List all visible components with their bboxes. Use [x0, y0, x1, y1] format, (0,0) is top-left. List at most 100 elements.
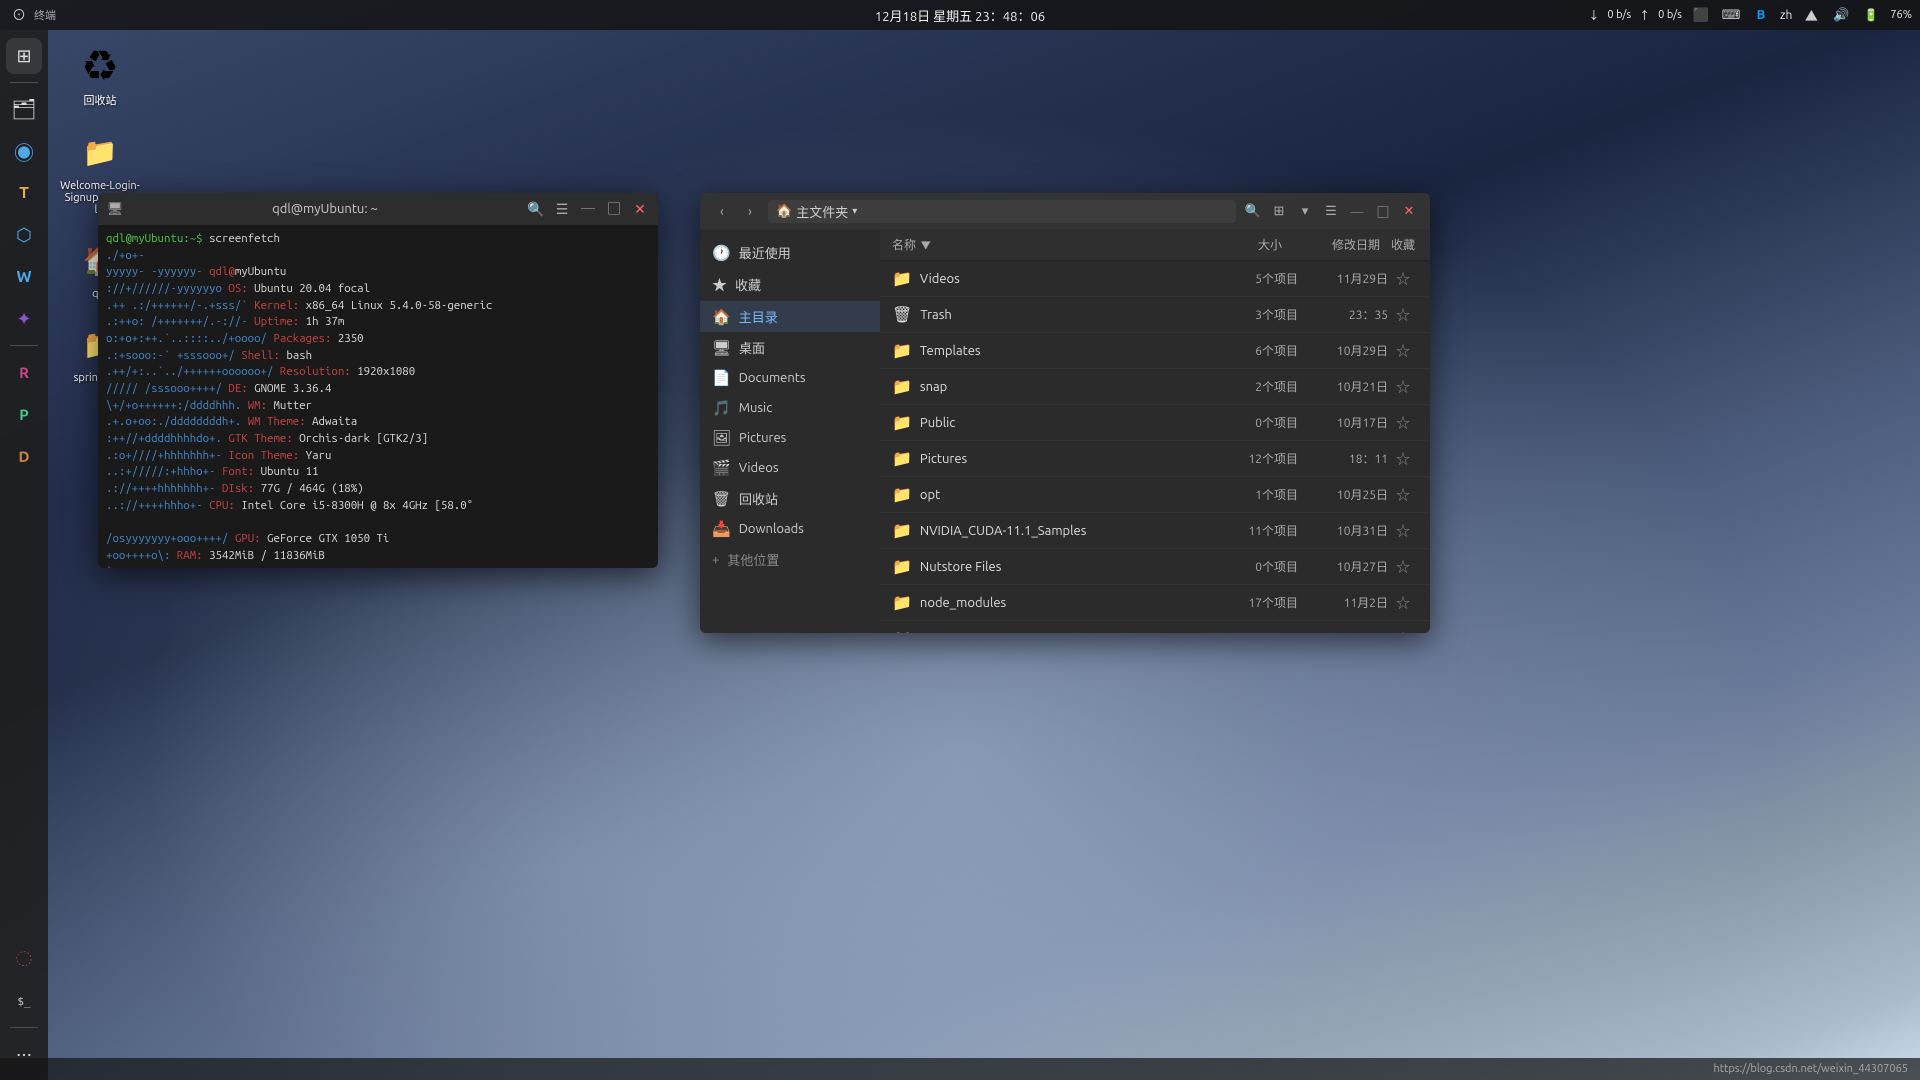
screenshot-icon[interactable]: ⬛	[1690, 4, 1712, 26]
table-row[interactable]: 📁 Nutstore Files 0个项目 10月27日 ☆	[880, 549, 1430, 585]
dock-files-icon[interactable]: 🗂	[6, 91, 42, 127]
fm-close-btn[interactable]: ✕	[1398, 200, 1420, 222]
sidebar-item-other[interactable]: + 其他位置	[700, 544, 880, 575]
fm-file-list: 📁 Videos 5个项目 11月29日 ☆ 🗑 Trash 3个项目 23：3…	[880, 261, 1430, 633]
sidebar-item-music[interactable]: 🎵 Music	[700, 393, 880, 423]
sidebar-item-favorites[interactable]: ★ 收藏	[700, 268, 880, 301]
sidebar-item-downloads[interactable]: 📥 Downloads	[700, 514, 880, 544]
file-name-cell: 📁 Nutstore Files	[892, 557, 1218, 576]
file-name-cell: 📁 Pictures	[892, 449, 1218, 468]
file-date-cell: 10月17日	[1298, 630, 1388, 633]
url-label: https://blog.csdn.net/weixin_44307065	[1713, 1063, 1908, 1075]
fm-menu-btn[interactable]: ☰	[1320, 200, 1342, 222]
dock-browser2-icon[interactable]: ◌	[6, 941, 42, 977]
col-size-header[interactable]: 大小	[1202, 236, 1282, 253]
recycle-bin-label: 回收站	[84, 92, 117, 108]
bing-icon[interactable]: B	[1750, 4, 1772, 26]
fm-grid-btn[interactable]: ⊞	[1268, 200, 1290, 222]
fm-minimize-btn[interactable]: ─	[1346, 200, 1368, 222]
dock-word-icon[interactable]: W	[6, 259, 42, 295]
dock-datagrip-icon[interactable]: D	[6, 438, 42, 474]
file-date-cell: 18：11	[1298, 450, 1388, 467]
file-name-cell: 📁 Music	[892, 629, 1218, 633]
breadcrumb-text: 主文件夹	[796, 202, 848, 221]
terminal-maximize-btn[interactable]: □	[604, 199, 624, 219]
file-star-cell[interactable]: ☆	[1388, 521, 1418, 541]
sidebar-item-trash[interactable]: 🗑 回收站	[700, 483, 880, 514]
sidebar-item-videos[interactable]: 🎬 Videos	[700, 453, 880, 483]
dock-dash-icon[interactable]: ⊞	[6, 38, 42, 74]
sidebar-item-pictures[interactable]: 🖼 Pictures	[700, 423, 880, 453]
dock-chromium-icon[interactable]: ◉	[6, 133, 42, 169]
file-star-cell[interactable]: ☆	[1388, 269, 1418, 289]
table-row[interactable]: 📁 Music 0个项目 10月17日 ☆	[880, 621, 1430, 633]
battery-icon[interactable]: 🔋	[1860, 4, 1882, 26]
terminal-taskbar-icon[interactable]: 终端	[34, 4, 56, 26]
sidebar-item-recent[interactable]: 🕐 最近使用	[700, 237, 880, 268]
file-star-cell[interactable]: ☆	[1388, 305, 1418, 325]
keyboard-icon[interactable]: ⌨	[1720, 4, 1742, 26]
dock-rider-icon[interactable]: R	[6, 354, 42, 390]
file-icon: 📁	[892, 341, 912, 360]
file-star-cell[interactable]: ☆	[1388, 413, 1418, 433]
terminal-menu-btn[interactable]: ☰	[552, 199, 572, 219]
file-star-cell[interactable]: ☆	[1388, 629, 1418, 634]
file-icon: 📁	[892, 449, 912, 468]
dock-vscode-icon[interactable]: ⬡	[6, 217, 42, 253]
network-down-label: ↓	[1588, 7, 1599, 23]
fm-maximize-btn[interactable]: □	[1372, 200, 1394, 222]
file-star-cell[interactable]: ☆	[1388, 593, 1418, 613]
fm-forward-btn[interactable]: ›	[738, 199, 762, 223]
table-row[interactable]: 📁 Videos 5个项目 11月29日 ☆	[880, 261, 1430, 297]
terminal-window: 🖥 qdl@myUbuntu: ~ 🔍 ☰ ─ □ ✕ qdl@myUbuntu…	[98, 193, 658, 568]
table-row[interactable]: 📁 node_modules 17个项目 11月2日 ☆	[880, 585, 1430, 621]
music-icon: 🎵	[712, 399, 731, 417]
sidebar-item-desktop[interactable]: 🖥 桌面	[700, 332, 880, 363]
dock-text-icon[interactable]: T	[6, 175, 42, 211]
terminal-search-btn[interactable]: 🔍	[526, 199, 546, 219]
table-row[interactable]: 📁 NVIDIA_CUDA-11.1_Samples 11个项目 10月31日 …	[880, 513, 1430, 549]
fm-breadcrumb[interactable]: 🏠 主文件夹 ▾	[768, 200, 1236, 223]
file-star-cell[interactable]: ☆	[1388, 557, 1418, 577]
col-star-header[interactable]: 收藏	[1388, 236, 1418, 253]
file-star-cell[interactable]: ☆	[1388, 485, 1418, 505]
terminal-close-btn[interactable]: ✕	[630, 199, 650, 219]
fm-view-toggle-btn[interactable]: ▾	[1294, 200, 1316, 222]
dock-terminal-icon[interactable]: $_	[6, 983, 42, 1019]
file-size-cell: 17个项目	[1218, 594, 1298, 611]
sidebar-item-home[interactable]: 🏠 主目录	[700, 301, 880, 332]
table-row[interactable]: 🗑 Trash 3个项目 23：35 ☆	[880, 297, 1430, 333]
recycle-bin-icon[interactable]: ♻ 回收站	[60, 40, 140, 108]
col-name-header[interactable]: 名称 ▼	[892, 236, 1194, 253]
file-star-cell[interactable]: ☆	[1388, 449, 1418, 469]
file-name-cell: 🗑 Trash	[892, 305, 1218, 324]
fm-back-btn[interactable]: ‹	[710, 199, 734, 223]
table-row[interactable]: 📁 snap 2个项目 10月21日 ☆	[880, 369, 1430, 405]
file-name-cell: 📁 opt	[892, 485, 1218, 504]
table-row[interactable]: 📁 opt 1个项目 10月25日 ☆	[880, 477, 1430, 513]
dock-pycharm-icon[interactable]: P	[6, 396, 42, 432]
search-icon[interactable]: ⊙	[8, 4, 30, 26]
file-date-cell: 10月27日	[1298, 558, 1388, 575]
table-row[interactable]: 📁 Pictures 12个项目 18：11 ☆	[880, 441, 1430, 477]
terminal-minimize-btn[interactable]: ─	[578, 199, 598, 219]
sidebar-item-documents[interactable]: 📄 Documents	[700, 363, 880, 393]
table-row[interactable]: 📁 Templates 6个项目 10月29日 ☆	[880, 333, 1430, 369]
file-star-cell[interactable]: ☆	[1388, 341, 1418, 361]
dock-android-icon[interactable]: ✦	[6, 301, 42, 337]
filemanager-window: ‹ › 🏠 主文件夹 ▾ 🔍 ⊞ ▾ ☰ ─ □ ✕ 🕐 最近使用 ★	[700, 193, 1430, 633]
col-date-header[interactable]: 修改日期	[1290, 236, 1380, 253]
table-row[interactable]: 📁 Public 0个项目 10月17日 ☆	[880, 405, 1430, 441]
file-name-text: Pictures	[920, 452, 967, 466]
fm-search-btn[interactable]: 🔍	[1242, 200, 1264, 222]
filemanager-body: 🕐 最近使用 ★ 收藏 🏠 主目录 🖥 桌面 📄 Documents 🎵	[700, 229, 1430, 633]
file-date-cell: 10月25日	[1298, 486, 1388, 503]
trash-icon: 🗑	[712, 490, 731, 508]
lang-label[interactable]: zh	[1780, 9, 1792, 22]
bottom-bar: https://blog.csdn.net/weixin_44307065	[0, 1058, 1920, 1080]
terminal-content[interactable]: qdl@myUbuntu:~$ screenfetch ./+o+- yyyyy…	[98, 225, 658, 568]
file-star-cell[interactable]: ☆	[1388, 377, 1418, 397]
pictures-icon: 🖼	[712, 429, 731, 447]
volume-icon[interactable]: 🔊	[1830, 4, 1852, 26]
wifi-icon[interactable]: ▲	[1800, 4, 1822, 26]
